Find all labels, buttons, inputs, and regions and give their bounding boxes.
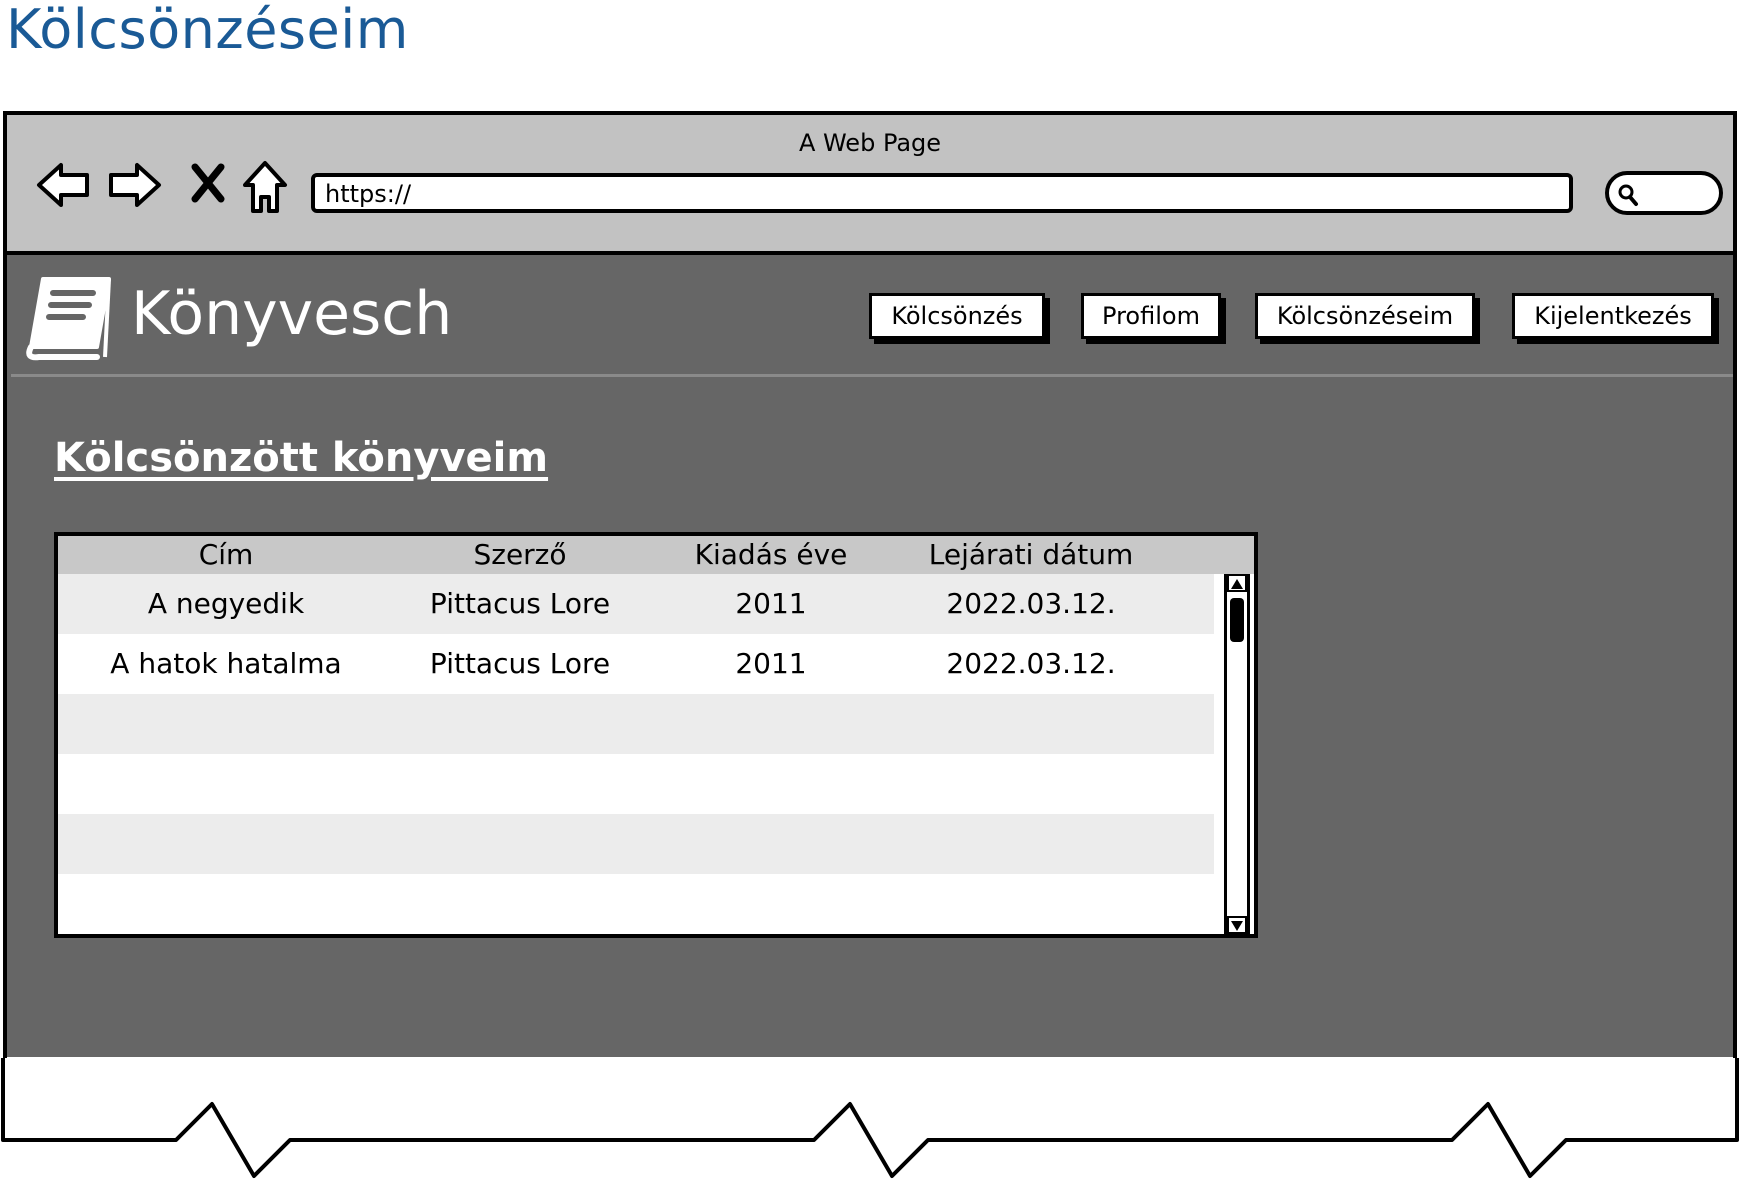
column-header-title[interactable]: Cím (58, 538, 394, 572)
browser-search-field[interactable] (1605, 171, 1723, 215)
loans-table: Cím Szerző Kiadás éve Lejárati dátum A n… (54, 532, 1258, 938)
section-title: Kölcsönzött könyveim (54, 435, 549, 481)
table-row-empty (58, 754, 1214, 814)
cell-due-date: 2022.03.12. (946, 647, 1116, 680)
nav-button-profilom[interactable]: Profilom (1081, 293, 1221, 339)
cell-title: A negyedik (147, 587, 305, 620)
cell-title: A hatok hatalma (110, 647, 342, 680)
table-row-empty (58, 694, 1214, 754)
nav-button-kijelentkezes[interactable]: Kijelentkezés (1512, 293, 1714, 339)
browser-window: A Web Page https:// Könyvesch Kölcsönzés… (3, 111, 1737, 1139)
forward-icon[interactable] (107, 159, 163, 211)
book-icon (26, 277, 111, 361)
cell-due-date: 2022.03.12. (946, 587, 1116, 620)
page-title: Kölcsönzéseim (6, 0, 409, 61)
scroll-down-button[interactable] (1227, 916, 1247, 934)
site-name: Könyvesch (131, 279, 453, 349)
close-icon[interactable] (191, 163, 225, 203)
browser-chrome: A Web Page https:// (7, 115, 1733, 255)
nav-button-kolcsonzeseim[interactable]: Kölcsönzéseim (1255, 293, 1475, 339)
home-icon[interactable] (241, 159, 289, 217)
table-header: Cím Szerző Kiadás éve Lejárati dátum (58, 536, 1254, 574)
site-content: Könyvesch Kölcsönzés Profilom Kölcsönzés… (7, 255, 1733, 1057)
arrow-down-icon (1231, 921, 1243, 931)
header-divider (11, 374, 1733, 377)
cell-year: 2011 (735, 587, 807, 620)
column-header-due-date[interactable]: Lejárati dátum (896, 538, 1166, 572)
table-row[interactable]: A hatok hatalma Pittacus Lore 2011 2022.… (58, 634, 1214, 694)
back-icon[interactable] (35, 159, 91, 211)
cell-author: Pittacus Lore (429, 587, 611, 620)
scroll-up-button[interactable] (1227, 574, 1247, 592)
window-title: A Web Page (798, 129, 942, 157)
cell-year: 2011 (735, 647, 807, 680)
table-row-empty (58, 874, 1214, 934)
url-input[interactable]: https:// (311, 173, 1573, 213)
column-header-author[interactable]: Szerző (394, 538, 646, 572)
search-icon (1618, 184, 1638, 206)
scroll-thumb[interactable] (1230, 598, 1244, 642)
column-header-year[interactable]: Kiadás éve (646, 538, 896, 572)
torn-page-edge (1, 1058, 1739, 1178)
table-row[interactable]: A negyedik Pittacus Lore 2011 2022.03.12… (58, 574, 1214, 634)
table-row-empty (58, 814, 1214, 874)
table-scrollbar[interactable] (1224, 574, 1250, 934)
cell-author: Pittacus Lore (429, 647, 611, 680)
nav-button-kolcsonzes[interactable]: Kölcsönzés (869, 293, 1045, 339)
arrow-up-icon (1231, 579, 1243, 589)
